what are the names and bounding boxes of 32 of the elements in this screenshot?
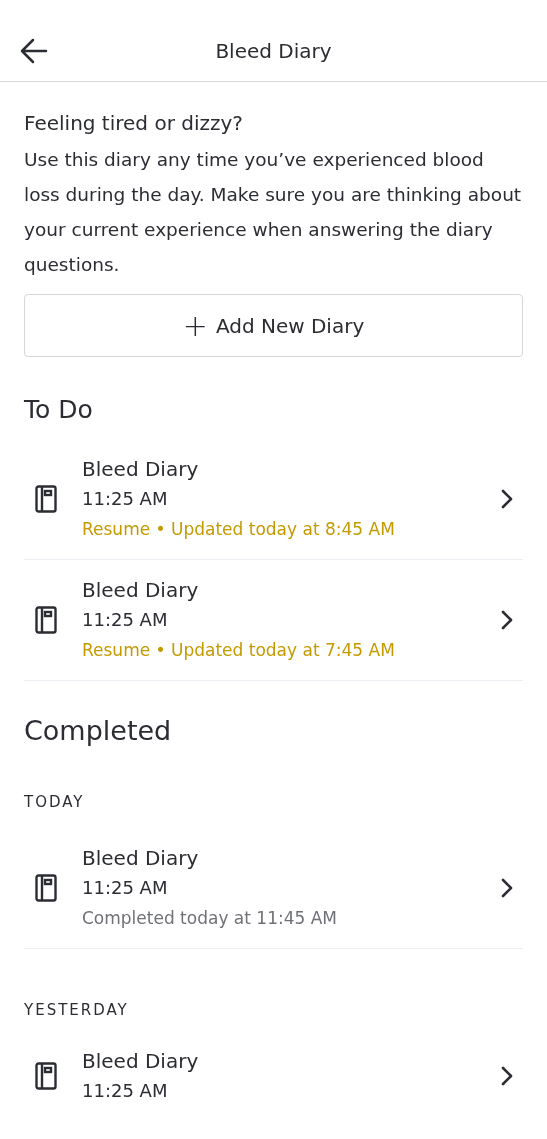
back-arrow-icon[interactable] (20, 38, 48, 64)
notebook-icon (35, 1062, 57, 1090)
intro-text: Use this diary any time you’ve experienced blood loss during the day. Make sure you are thinking about your current experience when answering the diary questions. (24, 148, 523, 277)
entry-title: Bleed Diary (82, 844, 200, 872)
entry-status: Completed today at 11:45 AM (82, 906, 339, 930)
entry-time: 11:25 AM (82, 486, 169, 511)
entry-status: Resume • Updated today at 7:45 AM (82, 638, 396, 662)
notebook-icon (35, 873, 57, 902)
intro-heading: Feeling tired or dizzy? (24, 110, 244, 137)
diary-entry[interactable]: Bleed Diary 11:25 AM Resume • Updated today at 7:45 AM (24, 559, 523, 681)
diary-entry[interactable]: Bleed Diary 11:25 AM Completed today at 11:45 AM (24, 827, 523, 949)
diary-entry[interactable]: Bleed Diary 11:25 AM (24, 1031, 523, 1121)
diary-entry[interactable]: Bleed Diary 11:25 AM Resume • Updated today at 8:45 AM (24, 438, 523, 560)
add-diary-button[interactable]: + Add New Diary (24, 294, 523, 357)
chevron-right-icon (501, 877, 513, 898)
section-heading: Completed (24, 713, 173, 748)
section-heading: To Do (24, 394, 94, 426)
entry-title: Bleed Diary (82, 1048, 200, 1075)
chevron-right-icon (501, 488, 513, 509)
entry-time: 11:25 AM (82, 1079, 169, 1103)
entry-status: Resume • Updated today at 8:45 AM (82, 517, 396, 541)
notebook-icon (35, 605, 57, 634)
entry-title: Bleed Diary (82, 576, 200, 604)
chevron-right-icon (501, 609, 513, 630)
entry-title: Bleed Diary (82, 455, 200, 483)
group-label: YESTERDAY (24, 999, 130, 1021)
screen-title: Bleed Diary (215, 37, 332, 65)
entry-time: 11:25 AM (82, 607, 169, 632)
entry-time: 11:25 AM (82, 875, 169, 900)
notebook-icon (35, 484, 57, 513)
group-label: TODAY (24, 792, 86, 813)
chevron-right-icon (501, 1066, 513, 1086)
